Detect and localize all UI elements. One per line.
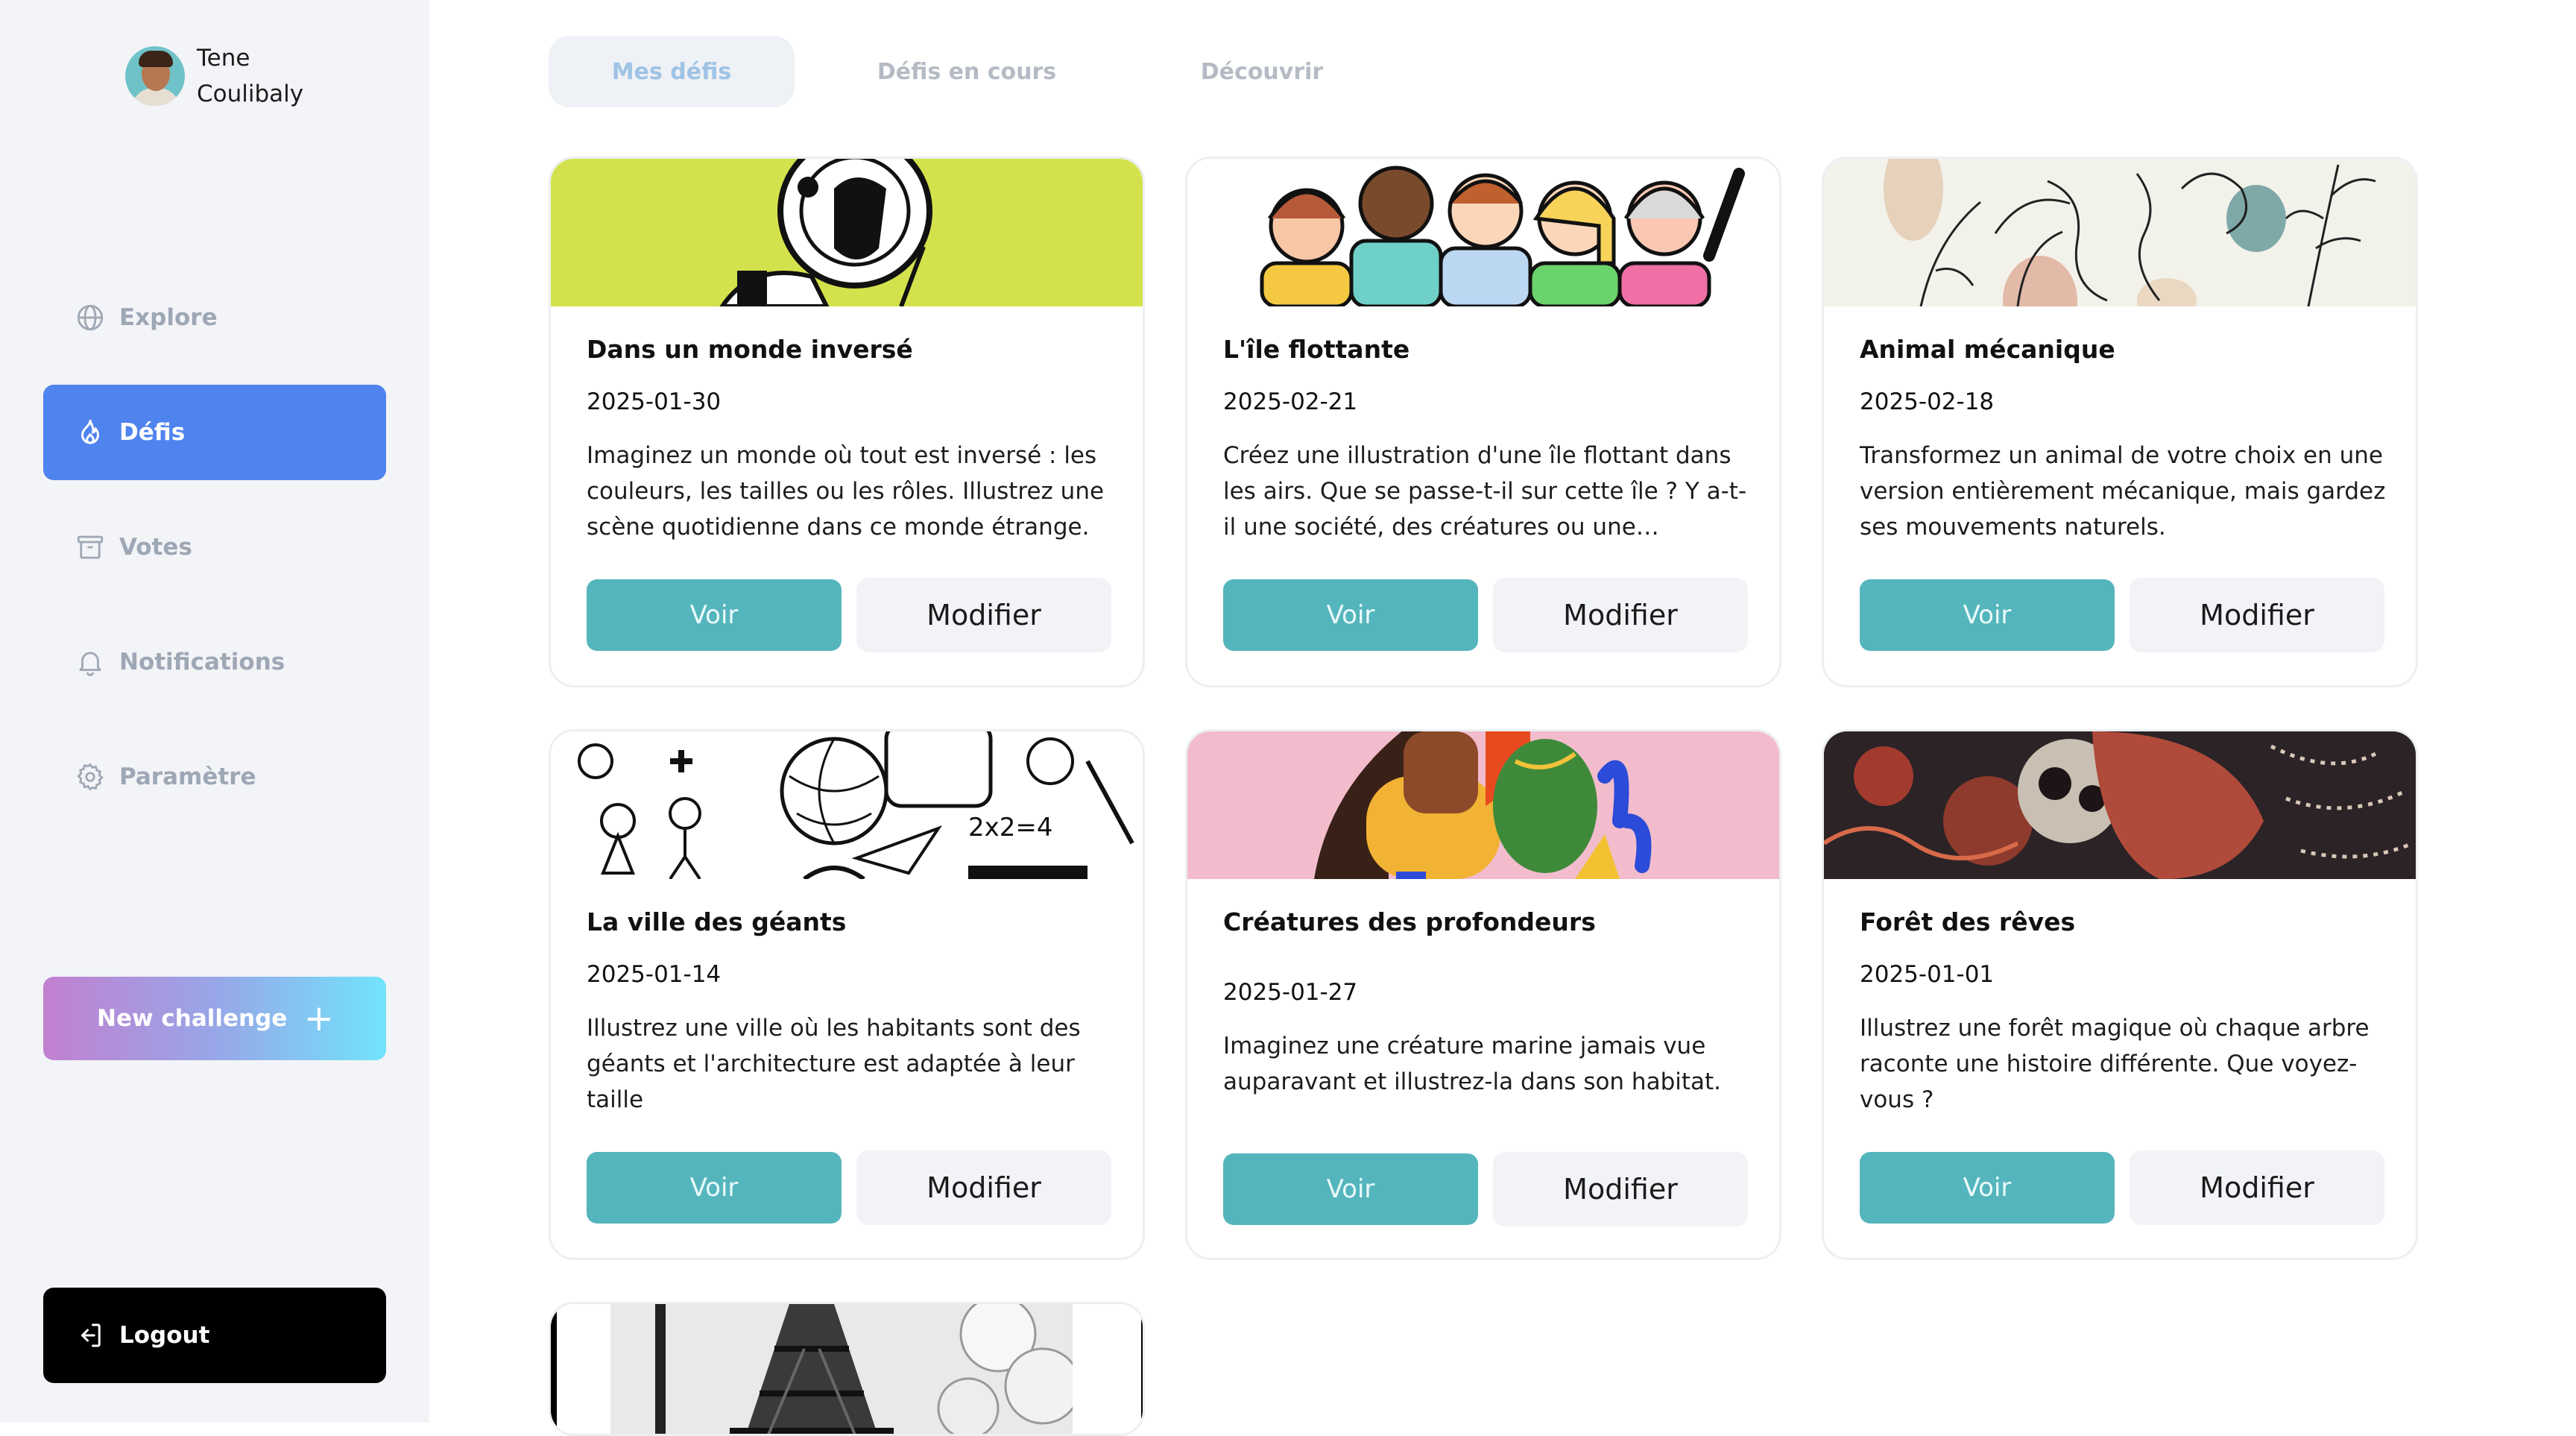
avatar (125, 46, 185, 106)
card-image-eiffel-tower (551, 1304, 1143, 1434)
sidebar-item-label: Explore (119, 304, 218, 331)
card-title: La ville des géants (587, 907, 847, 936)
challenge-card: L'île flottante 2025-02-21 Créez une ill… (1185, 157, 1781, 687)
edit-button[interactable]: Modifier (856, 578, 1111, 652)
edit-button[interactable]: Modifier (2130, 578, 2384, 652)
new-challenge-button[interactable]: New challenge + (43, 977, 386, 1060)
card-title: Animal mécanique (1860, 335, 2115, 364)
edit-button[interactable]: Modifier (1493, 1152, 1748, 1226)
sidebar-item-label: Votes (119, 534, 192, 561)
challenge-card: Dans un monde inversé 2025-01-30 Imagine… (549, 157, 1145, 687)
edit-button[interactable]: Modifier (2130, 1150, 2384, 1225)
card-title: L'île flottante (1223, 335, 1410, 364)
card-image-friends (1187, 159, 1779, 306)
card-date: 2025-01-14 (587, 961, 722, 988)
sidebar-item-label: Défis (119, 419, 186, 446)
plus-icon: + (303, 998, 334, 1039)
logout-icon (81, 1323, 101, 1347)
new-challenge-label: New challenge (97, 1005, 288, 1032)
view-button[interactable]: Voir (1223, 1153, 1478, 1225)
card-title: Dans un monde inversé (587, 335, 913, 364)
gear-icon (77, 763, 104, 791)
card-date: 2025-01-01 (1860, 961, 1995, 988)
challenge-card: Animal mécanique 2025-02-18 Transformez … (1822, 157, 2418, 687)
card-image-astronaut (551, 159, 1143, 306)
card-image-abstract-figure (1187, 731, 1779, 879)
sidebar: Tene Coulibaly Explore Défis Votes Notif… (0, 0, 429, 1423)
svg-text:2x2=4: 2x2=4 (968, 813, 1053, 843)
view-button[interactable]: Voir (587, 579, 842, 651)
sidebar-item-votes[interactable]: Votes (43, 500, 386, 595)
view-button[interactable]: Voir (1223, 579, 1478, 651)
challenge-card: 2x2=4 La ville des géants 2025-01-14 Ill… (549, 729, 1145, 1260)
card-date: 2025-02-18 (1860, 388, 1995, 415)
tab-defis-en-cours[interactable]: Défis en cours (844, 36, 1090, 107)
card-description: Imaginez un monde où tout est inversé : … (587, 442, 1105, 541)
sidebar-item-defis[interactable]: Défis (43, 385, 386, 480)
view-button[interactable]: Voir (1860, 1152, 2115, 1224)
card-image-line-art (1824, 159, 2416, 306)
card-title: Forêt des rêves (1860, 907, 2076, 936)
view-button[interactable]: Voir (1860, 579, 2115, 651)
edit-button[interactable]: Modifier (1493, 578, 1748, 652)
card-description: Imaginez une créature marine jamais vue … (1223, 1033, 1722, 1095)
card-description: Créez une illustration d'une île flottan… (1223, 442, 1747, 541)
sidebar-item-label: Paramètre (119, 763, 256, 790)
card-image-doodles: 2x2=4 (551, 731, 1143, 879)
card-date: 2025-02-21 (1223, 388, 1358, 415)
bell-icon (79, 652, 101, 676)
tab-mes-defis[interactable]: Mes défis (549, 36, 795, 107)
archive-box-icon (77, 535, 104, 559)
sidebar-item-explore[interactable]: Explore (43, 270, 386, 365)
card-title: Créatures des profondeurs (1223, 907, 1596, 936)
logout-button[interactable]: Logout (43, 1288, 386, 1383)
challenge-card: Créatures des profondeurs 2025-01-27 Ima… (1185, 729, 1781, 1260)
challenge-card: Forêt des rêves 2025-01-01 Illustrez une… (1822, 729, 2418, 1260)
view-button[interactable]: Voir (587, 1152, 842, 1224)
sidebar-item-parametre[interactable]: Paramètre (43, 729, 386, 825)
challenge-card (549, 1302, 1145, 1436)
sidebar-item-notifications[interactable]: Notifications (43, 614, 386, 710)
user-profile[interactable]: Tene Coulibaly (125, 40, 338, 112)
card-description: Illustrez une forêt magique où chaque ar… (1860, 1015, 2370, 1113)
logout-label: Logout (119, 1322, 210, 1349)
card-description: Transformez un animal de votre choix en … (1860, 442, 2386, 541)
card-description: Illustrez une ville où les habitants son… (587, 1015, 1081, 1113)
edit-button[interactable]: Modifier (856, 1150, 1111, 1225)
card-date: 2025-01-27 (1223, 979, 1358, 1006)
card-image-dream-portrait (1824, 731, 2416, 879)
card-date: 2025-01-30 (587, 388, 722, 415)
tab-decouvrir[interactable]: Découvrir (1139, 36, 1385, 107)
flame-icon (81, 419, 99, 444)
tab-bar: Mes défis Défis en cours Découvrir (549, 36, 1434, 107)
globe-icon (77, 304, 104, 331)
sidebar-item-label: Notifications (119, 649, 285, 676)
user-name: Tene Coulibaly (197, 45, 304, 107)
